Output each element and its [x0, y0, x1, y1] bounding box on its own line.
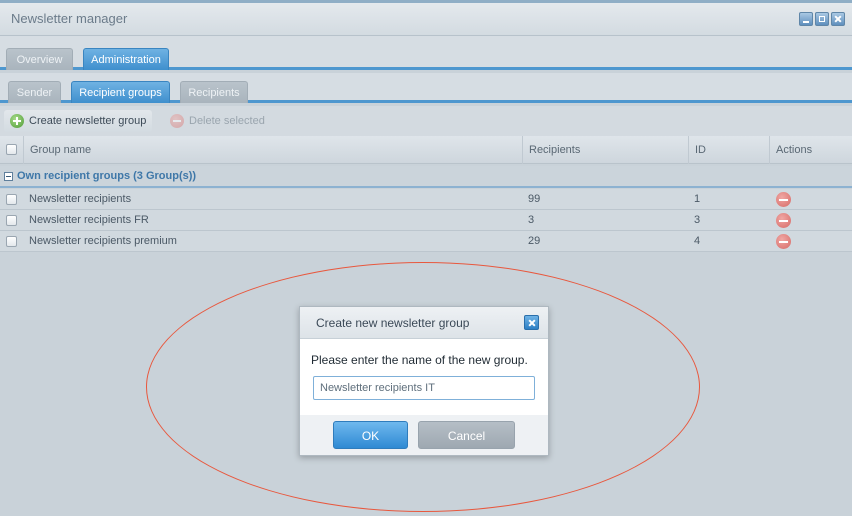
dialog-footer: OK Cancel: [300, 415, 548, 455]
cell-id: 3: [694, 214, 701, 226]
table-row[interactable]: Newsletter recipients FR 3 3: [0, 210, 852, 231]
plus-icon: [10, 114, 24, 128]
delete-row-icon[interactable]: [776, 192, 791, 207]
group-name-input[interactable]: [313, 376, 535, 400]
main-tab-bar: Overview Administration: [0, 36, 852, 70]
tab-administration[interactable]: Administration: [83, 48, 169, 70]
create-group-dialog: Create new newsletter group Please enter…: [299, 306, 549, 456]
tab-recipients[interactable]: Recipients: [180, 81, 248, 103]
maximize-icon: [819, 16, 825, 22]
toolbar: Create newsletter group Delete selected: [0, 106, 852, 136]
group-label: Own recipient groups (3 Group(s)): [17, 170, 197, 182]
delete-selected-label: Delete selected: [189, 115, 265, 127]
column-header-actions: Actions: [769, 136, 852, 164]
window-close-button[interactable]: [831, 12, 845, 26]
table-row[interactable]: Newsletter recipients premium 29 4: [0, 231, 852, 252]
minimize-button[interactable]: [799, 12, 813, 26]
dialog-titlebar: Create new newsletter group: [300, 307, 548, 339]
cell-recipients: 99: [528, 193, 541, 205]
cell-group-name: Newsletter recipients FR: [29, 214, 149, 226]
newsletter-manager-window: Newsletter manager Overview Administrati…: [0, 0, 852, 516]
create-newsletter-group-label: Create newsletter group: [29, 115, 147, 127]
grid-header: Group name Recipients ID Actions: [0, 136, 852, 164]
delete-selected-button[interactable]: Delete selected: [164, 110, 271, 132]
dialog-title: Create new newsletter group: [316, 316, 470, 330]
delete-row-icon[interactable]: [776, 213, 791, 228]
dialog-close-button[interactable]: [524, 315, 539, 330]
cell-recipients: 29: [528, 235, 541, 247]
select-all-checkbox[interactable]: [6, 144, 17, 155]
column-header-id[interactable]: ID: [688, 136, 769, 164]
minus-icon: [170, 114, 184, 128]
cell-id: 1: [694, 193, 701, 205]
window-titlebar: Newsletter manager: [0, 0, 852, 36]
window-controls: [799, 12, 845, 26]
window-title: Newsletter manager: [11, 11, 128, 26]
row-checkbox[interactable]: [6, 236, 17, 247]
column-header-group-name[interactable]: Group name: [23, 136, 522, 164]
collapse-icon[interactable]: [4, 172, 13, 181]
table-row[interactable]: Newsletter recipients 99 1: [0, 189, 852, 210]
tab-recipient-groups[interactable]: Recipient groups: [71, 81, 170, 103]
create-newsletter-group-button[interactable]: Create newsletter group: [4, 110, 153, 132]
cancel-button[interactable]: Cancel: [418, 421, 515, 449]
dialog-message: Please enter the name of the new group.: [311, 353, 528, 367]
sub-tab-bar: Sender Recipient groups Recipients: [0, 73, 852, 103]
row-checkbox[interactable]: [6, 215, 17, 226]
ok-button[interactable]: OK: [333, 421, 408, 449]
tab-sender[interactable]: Sender: [8, 81, 61, 103]
cell-id: 4: [694, 235, 701, 247]
column-header-recipients[interactable]: Recipients: [522, 136, 688, 164]
group-row[interactable]: Own recipient groups (3 Group(s)): [0, 166, 852, 188]
tab-overview[interactable]: Overview: [6, 48, 73, 70]
cell-group-name: Newsletter recipients: [29, 193, 132, 205]
cell-group-name: Newsletter recipients premium: [29, 235, 177, 247]
row-checkbox[interactable]: [6, 194, 17, 205]
cell-recipients: 3: [528, 214, 535, 226]
minimize-icon: [803, 21, 809, 23]
delete-row-icon[interactable]: [776, 234, 791, 249]
maximize-button[interactable]: [815, 12, 829, 26]
